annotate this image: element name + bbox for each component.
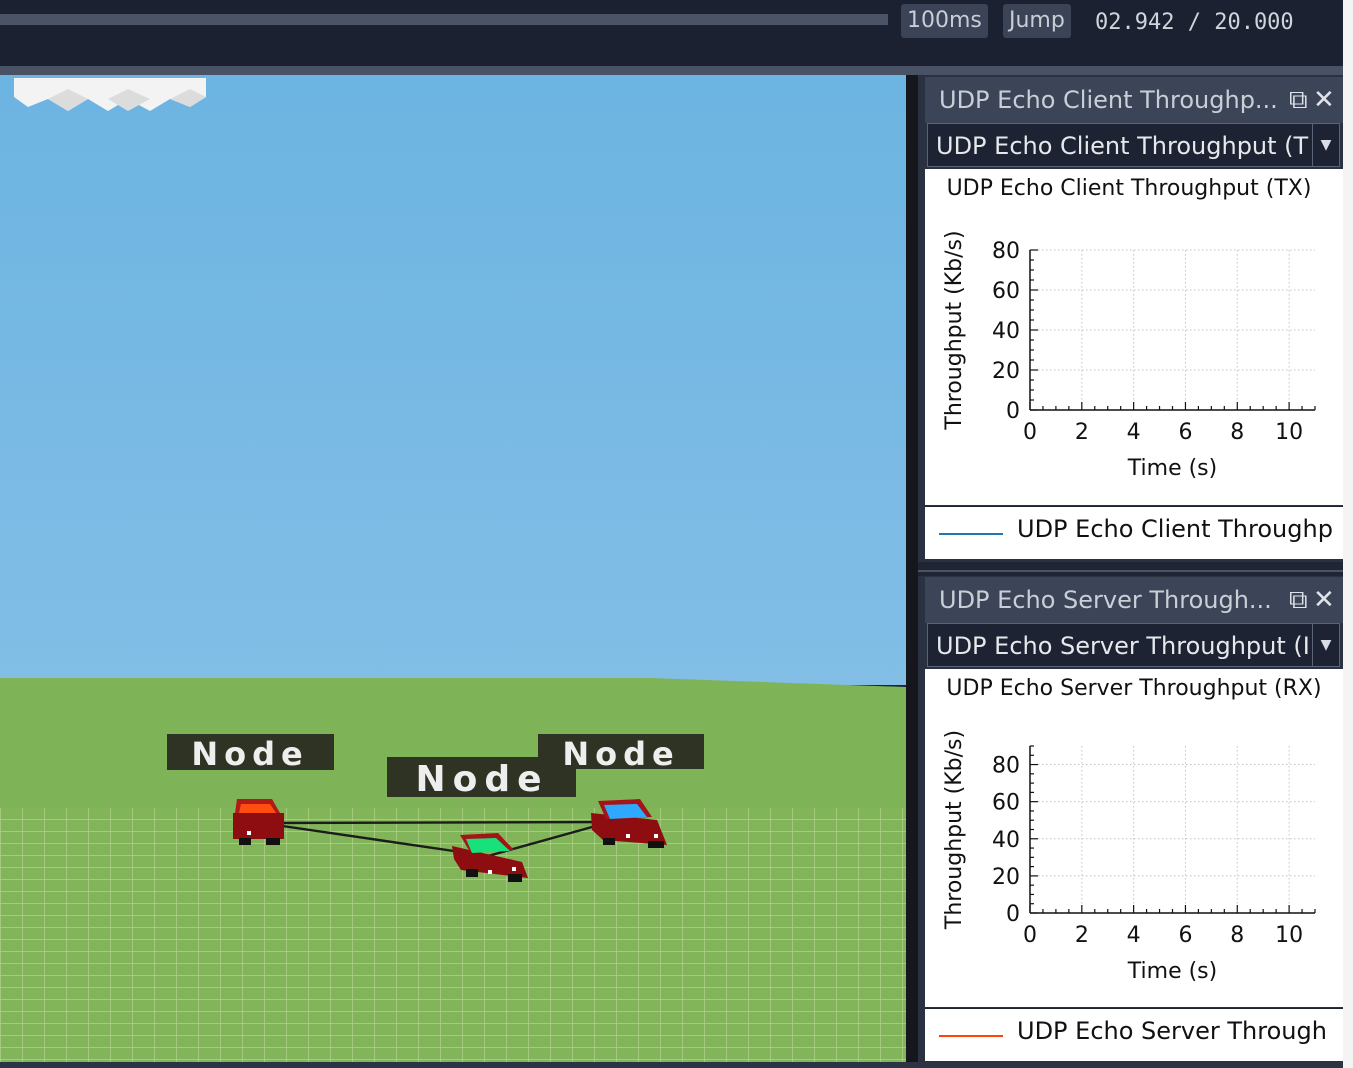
legend-swatch [939, 1035, 1003, 1037]
simulation-time-readout: 02.942 / 20.000 [1095, 10, 1294, 35]
y-tick-label: 80 [992, 754, 1020, 779]
client-panel-header[interactable]: UDP Echo Client Throughp... ⧉ ✕ [925, 77, 1343, 123]
select-value: UDP Echo Client Throughput (T [936, 132, 1309, 160]
close-icon[interactable]: ✕ [1313, 577, 1335, 623]
chevron-down-icon[interactable]: ▼ [1312, 124, 1339, 166]
window-edge [1343, 0, 1353, 1068]
x-axis-label: Time (s) [1127, 959, 1217, 984]
panel-title: UDP Echo Server Through... [939, 586, 1272, 614]
server-chart-svg: UDP Echo Server Throughput (RX) 0 2 4 6 8 10 0 2… [942, 676, 1322, 984]
legend-label: UDP Echo Client Throughp [1017, 515, 1333, 543]
x-tick-label: 4 [1127, 923, 1141, 948]
timeline-slider[interactable] [0, 14, 888, 25]
chart-panels: UDP Echo Client Throughp... ⧉ ✕ UDP Echo… [918, 75, 1343, 1062]
float-window-icon[interactable]: ⧉ [1289, 577, 1308, 623]
panel-divider[interactable] [918, 562, 1343, 576]
y-axis-label: Throughput (Kb/s) [942, 230, 967, 430]
y-tick-label: 0 [1006, 399, 1020, 424]
x-tick-label: 8 [1230, 420, 1244, 445]
chart-title: UDP Echo Server Throughput (RX) [946, 676, 1321, 701]
server-series-select[interactable]: UDP Echo Server Throughput (I ▼ [927, 623, 1340, 667]
toolbar-divider [0, 66, 1343, 75]
y-tick-label: 60 [992, 279, 1020, 304]
splitter-handle[interactable] [906, 75, 918, 1062]
x-tick-label: 10 [1275, 923, 1303, 948]
x-tick-label: 4 [1127, 420, 1141, 445]
panel-divider-line [918, 570, 1343, 572]
float-window-icon[interactable]: ⧉ [1289, 77, 1308, 123]
x-tick-label: 10 [1275, 420, 1303, 445]
ground-grid [0, 808, 906, 1062]
y-tick-label: 20 [992, 359, 1020, 384]
x-tick-label: 6 [1178, 420, 1192, 445]
x-tick-label: 2 [1075, 923, 1089, 948]
sky [0, 75, 906, 685]
step-size-button[interactable]: 100ms [901, 4, 988, 38]
select-value: UDP Echo Server Throughput (I [936, 632, 1310, 660]
playback-toolbar: 100ms Jump 02.942 / 20.000 [0, 0, 1343, 66]
y-tick-label: 60 [992, 791, 1020, 816]
node-label: Node [415, 759, 548, 800]
chevron-down-icon[interactable]: ▼ [1312, 624, 1339, 666]
server-legend: UDP Echo Server Through [925, 1008, 1343, 1061]
server-panel-header[interactable]: UDP Echo Server Through... ⧉ ✕ [925, 577, 1343, 623]
x-tick-label: 8 [1230, 923, 1244, 948]
y-tick-label: 0 [1006, 902, 1020, 927]
client-chart-svg: UDP Echo Client Throughput (TX) 0 2 4 6 8 10 0 2… [942, 176, 1316, 481]
client-legend: UDP Echo Client Throughp [925, 506, 1343, 559]
chart-title: UDP Echo Client Throughput (TX) [947, 176, 1312, 201]
scene-canvas[interactable]: Node Node Node [0, 75, 906, 1062]
panel-title: UDP Echo Client Throughp... [939, 86, 1278, 114]
y-tick-label: 40 [992, 319, 1020, 344]
jump-button[interactable]: Jump [1003, 4, 1071, 38]
y-tick-label: 40 [992, 828, 1020, 853]
client-chart: UDP Echo Client Throughput (TX) 0 2 4 6 8 10 0 2… [925, 169, 1343, 505]
y-tick-label: 20 [992, 865, 1020, 890]
client-series-select[interactable]: UDP Echo Client Throughput (T ▼ [927, 123, 1340, 167]
x-tick-label: 6 [1178, 923, 1192, 948]
x-axis-label: Time (s) [1127, 456, 1217, 481]
legend-label: UDP Echo Server Through [1017, 1017, 1327, 1045]
close-icon[interactable]: ✕ [1313, 77, 1335, 123]
x-tick-label: 2 [1075, 420, 1089, 445]
x-tick-label: 0 [1023, 420, 1037, 445]
legend-swatch [939, 533, 1003, 535]
node-label: Node [562, 735, 679, 773]
3d-scene-viewport[interactable]: Node Node Node [0, 75, 906, 1062]
y-tick-label: 80 [992, 239, 1020, 264]
node-label: Node [191, 735, 308, 773]
server-chart: UDP Echo Server Throughput (RX) 0 2 4 6 8 10 0 2… [925, 669, 1343, 1007]
status-strip [0, 1062, 1343, 1068]
x-tick-label: 0 [1023, 923, 1037, 948]
y-axis-label: Throughput (Kb/s) [942, 730, 967, 930]
